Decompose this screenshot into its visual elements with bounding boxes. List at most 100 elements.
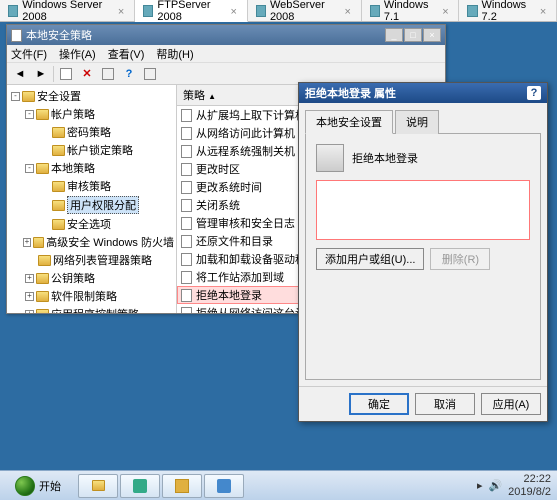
- start-button[interactable]: 开始: [6, 473, 70, 499]
- question-icon[interactable]: ?: [527, 86, 541, 100]
- tab-close-icon[interactable]: ×: [442, 6, 450, 16]
- tab-label: FTPServer 2008: [157, 0, 223, 23]
- tree-label: 安全选项: [67, 216, 111, 232]
- tab-label: Windows 7.2: [482, 0, 533, 23]
- tree-label: 帐户策略: [51, 106, 95, 122]
- tree-node[interactable]: + 公钥策略: [9, 269, 174, 287]
- forward-button[interactable]: ►: [32, 65, 50, 83]
- mmc-title-icon: [11, 29, 22, 42]
- cancel-button[interactable]: 取消: [415, 393, 475, 415]
- apply-button[interactable]: 应用(A): [481, 393, 541, 415]
- folder-icon: [52, 200, 65, 211]
- expand-icon[interactable]: -: [25, 110, 34, 119]
- policy-icon: [181, 145, 192, 158]
- tool-btn[interactable]: [99, 65, 117, 83]
- menu-item[interactable]: 查看(V): [108, 46, 145, 62]
- tree-node[interactable]: 安全选项: [9, 215, 174, 233]
- policy-label: 管理审核和安全日志: [196, 215, 295, 231]
- expand-icon[interactable]: +: [25, 310, 34, 314]
- tree-node[interactable]: +应用程序控制策略: [9, 305, 174, 313]
- tree-node[interactable]: - 帐户策略: [9, 105, 174, 123]
- tree-node[interactable]: 密码策略: [9, 123, 174, 141]
- start-label: 开始: [39, 478, 61, 494]
- user-group-listbox[interactable]: [316, 180, 530, 240]
- tab-explanation[interactable]: 说明: [395, 110, 439, 134]
- system-tray[interactable]: ▸ 🔊 22:22 2019/8/2: [477, 473, 551, 497]
- dialog-title-bar: 拒绝本地登录 属性 ?: [299, 83, 547, 103]
- task-button[interactable]: [162, 474, 202, 498]
- menu-item[interactable]: 帮助(H): [156, 46, 193, 62]
- tree-node[interactable]: + 高级安全 Windows 防火墙: [9, 233, 174, 251]
- policy-label: 将工作站添加到域: [196, 269, 284, 285]
- expand-icon[interactable]: -: [11, 92, 20, 101]
- tab-close-icon[interactable]: ×: [118, 6, 126, 16]
- tree-node[interactable]: - 安全设置: [9, 87, 174, 105]
- policy-label: 更改系统时间: [196, 179, 262, 195]
- dialog-content: 拒绝本地登录 添加用户或组(U)... 删除(R): [305, 133, 541, 380]
- vm-tab[interactable]: Windows 7.1×: [362, 0, 460, 21]
- tab-close-icon[interactable]: ×: [231, 6, 239, 16]
- tree-label: 软件限制策略: [51, 288, 117, 304]
- policy-icon: [181, 235, 192, 248]
- tab-close-icon[interactable]: ×: [540, 6, 548, 16]
- properties-dialog: 拒绝本地登录 属性 ? 本地安全设置 说明 拒绝本地登录 添加用户或组(U)..…: [298, 82, 548, 422]
- menu-item[interactable]: 文件(F): [11, 46, 47, 62]
- folder-icon: [52, 181, 65, 192]
- tree-node[interactable]: -本地策略: [9, 159, 174, 177]
- task-button[interactable]: [204, 474, 244, 498]
- tab-close-icon[interactable]: ×: [344, 6, 352, 16]
- folder-icon: [36, 309, 49, 314]
- taskbar: 开始 ▸ 🔊 22:22 2019/8/2: [0, 470, 557, 500]
- tree-node[interactable]: 帐户锁定策略: [9, 141, 174, 159]
- maximize-button[interactable]: □: [404, 28, 422, 42]
- tray-icon[interactable]: ▸: [477, 479, 483, 492]
- vm-tab[interactable]: Windows Server 2008 ×: [0, 0, 135, 21]
- policy-icon: [181, 307, 192, 314]
- policy-icon: [181, 289, 192, 302]
- tree-label: 公钥策略: [51, 270, 95, 286]
- expand-icon[interactable]: +: [25, 274, 34, 283]
- close-x-button[interactable]: ✕: [78, 65, 96, 83]
- minimize-button[interactable]: _: [385, 28, 403, 42]
- tab-label: Windows Server 2008: [22, 0, 111, 23]
- task-button[interactable]: [78, 474, 118, 498]
- tool-btn[interactable]: [57, 65, 75, 83]
- ok-button[interactable]: 确定: [349, 393, 409, 415]
- expand-icon[interactable]: +: [25, 292, 34, 301]
- tree-label: 安全设置: [37, 88, 81, 104]
- help-button[interactable]: ?: [120, 65, 138, 83]
- expand-icon[interactable]: -: [25, 164, 34, 173]
- add-user-group-button[interactable]: 添加用户或组(U)...: [316, 248, 424, 270]
- tab-local-security[interactable]: 本地安全设置: [305, 110, 393, 134]
- clock[interactable]: 22:22 2019/8/2: [508, 473, 551, 497]
- tree-label: 网络列表管理器策略: [53, 252, 152, 268]
- folder-icon: [33, 237, 44, 248]
- vm-tab[interactable]: WebServer 2008×: [248, 0, 362, 21]
- menu-item[interactable]: 操作(A): [59, 46, 96, 62]
- policy-name: 拒绝本地登录: [352, 150, 418, 166]
- back-button[interactable]: ◄: [11, 65, 29, 83]
- policy-label: 关闭系统: [196, 197, 240, 213]
- vm-tab-strip: Windows Server 2008×FTPServer 2008×WebSe…: [0, 0, 557, 22]
- dialog-tabs: 本地安全设置 说明: [305, 109, 541, 133]
- tree-node[interactable]: + 软件限制策略: [9, 287, 174, 305]
- tree-pane[interactable]: -安全设置-帐户策略密码策略帐户锁定策略-本地策略审核策略用户权限分配安全选项+…: [7, 85, 177, 313]
- tree-node[interactable]: 网络列表管理器策略: [9, 251, 174, 269]
- tool-btn[interactable]: [141, 65, 159, 83]
- tree-label: 密码策略: [67, 124, 111, 140]
- tree-node[interactable]: 用户权限分配: [9, 195, 174, 215]
- expand-icon[interactable]: +: [23, 238, 31, 247]
- task-button[interactable]: [120, 474, 160, 498]
- tree-label: 高级安全 Windows 防火墙: [46, 234, 174, 250]
- close-button[interactable]: ×: [423, 28, 441, 42]
- time: 22:22: [508, 473, 551, 485]
- vm-tab[interactable]: Windows 7.2 ×: [459, 0, 557, 21]
- folder-icon: [36, 291, 49, 302]
- vm-tab[interactable]: FTPServer 2008 ×: [135, 0, 248, 22]
- monitor-icon: [467, 5, 477, 17]
- date: 2019/8/2: [508, 486, 551, 498]
- policy-icon: [181, 271, 192, 284]
- tray-icon[interactable]: 🔊: [488, 479, 502, 492]
- policy-icon: [181, 127, 192, 140]
- tree-node[interactable]: 审核策略: [9, 177, 174, 195]
